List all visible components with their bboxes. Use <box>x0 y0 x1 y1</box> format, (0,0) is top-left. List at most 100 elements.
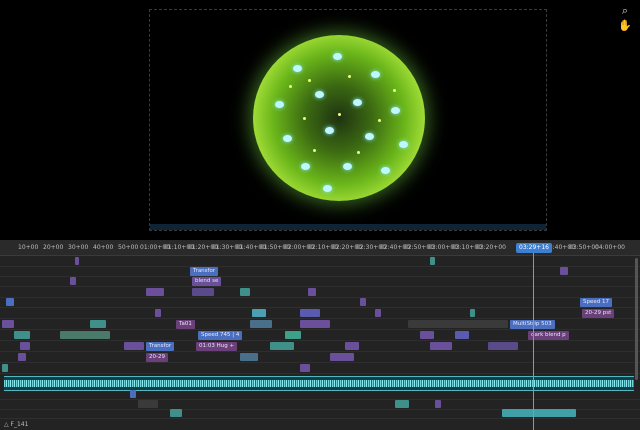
video-track[interactable] <box>0 257 640 267</box>
orb-spark <box>378 119 381 122</box>
clip[interactable] <box>60 331 110 339</box>
dark-blend-clip[interactable]: dark blend p <box>528 331 569 340</box>
timeline-ruler[interactable]: 10+00 20+00 30+00 40+00 50+00 01:00+00 0… <box>0 240 640 256</box>
clip[interactable] <box>75 257 79 265</box>
video-track[interactable]: Ta01 MultiStrip 503 <box>0 320 640 330</box>
clip[interactable] <box>308 288 316 296</box>
video-track[interactable] <box>0 288 640 298</box>
video-track[interactable]: Transfor <box>0 267 640 277</box>
small-clip[interactable]: Ta01 <box>176 320 195 329</box>
transform-clip[interactable]: Transfor <box>190 267 219 276</box>
orb-highlight <box>315 91 324 98</box>
clip[interactable] <box>502 409 576 417</box>
video-track[interactable] <box>0 364 640 374</box>
orb-highlight <box>343 163 352 170</box>
speed-clip[interactable]: Speed 745 | 4 <box>198 331 243 340</box>
preview-image-orb <box>253 35 425 201</box>
video-track[interactable]: blend se <box>0 277 640 287</box>
clip[interactable] <box>252 309 266 317</box>
timeline-scrollbar[interactable] <box>635 258 638 380</box>
clip[interactable] <box>395 400 409 408</box>
audio-track[interactable] <box>4 376 634 391</box>
hand-icon[interactable]: ✋ <box>618 19 632 33</box>
clip[interactable] <box>146 288 164 296</box>
clip[interactable] <box>300 320 330 328</box>
playhead[interactable] <box>533 253 534 430</box>
speed-clip[interactable]: Speed 17 <box>580 298 612 307</box>
preview-canvas[interactable] <box>149 9 547 231</box>
clip[interactable] <box>90 320 106 328</box>
ruler-tick: 30+00 <box>68 244 89 251</box>
video-track[interactable]: Speed 17 <box>0 298 640 308</box>
clip[interactable] <box>6 298 14 306</box>
orb-spark <box>338 113 341 116</box>
clip[interactable] <box>560 267 568 275</box>
transform-clip[interactable]: Transfor <box>146 342 175 351</box>
status-text: F_141 <box>10 421 29 428</box>
clip[interactable] <box>240 288 250 296</box>
orb-highlight <box>323 185 332 192</box>
clip[interactable] <box>488 342 518 350</box>
video-track[interactable] <box>0 390 640 400</box>
clip[interactable] <box>300 364 310 372</box>
clip[interactable] <box>430 257 435 265</box>
clip[interactable] <box>345 342 359 350</box>
orb-highlight <box>333 53 342 60</box>
clip[interactable] <box>420 331 434 339</box>
orb-spark <box>313 149 316 152</box>
video-track[interactable]: 20-29 pst <box>0 309 640 319</box>
clip[interactable] <box>18 353 26 361</box>
orb-spark <box>308 79 311 82</box>
clip[interactable] <box>192 288 214 296</box>
audio-waveform <box>4 380 634 387</box>
clip[interactable] <box>170 409 182 417</box>
clip[interactable] <box>455 331 469 339</box>
clip[interactable] <box>470 309 475 317</box>
video-track[interactable] <box>0 409 640 419</box>
label-clip[interactable]: 01:03 Hug + <box>196 342 238 351</box>
clip[interactable] <box>138 400 158 408</box>
clip[interactable] <box>124 342 144 350</box>
orb-highlight <box>283 135 292 142</box>
ruler-tick: 03:20+00 <box>476 244 506 251</box>
blend-clip[interactable]: blend se <box>192 277 222 286</box>
clip[interactable] <box>360 298 366 306</box>
video-track[interactable]: 20-29 <box>0 353 640 363</box>
clip[interactable] <box>14 331 30 339</box>
orb-highlight <box>353 99 362 106</box>
orb-spark <box>289 85 292 88</box>
preview-viewer: ⌕ ✋ <box>0 0 640 240</box>
clip[interactable] <box>70 277 76 285</box>
clip[interactable] <box>240 353 258 361</box>
orb-highlight <box>365 133 374 140</box>
clip[interactable] <box>300 309 320 317</box>
clip[interactable] <box>2 320 14 328</box>
orb-highlight <box>325 127 334 134</box>
clip[interactable] <box>285 331 301 339</box>
clip[interactable] <box>408 320 508 328</box>
clip[interactable] <box>2 364 8 372</box>
canvas-bottom-strip <box>150 224 546 230</box>
orb-highlight <box>275 101 284 108</box>
clip[interactable] <box>375 309 381 317</box>
playhead-timecode[interactable]: 03:29+16 <box>516 243 552 253</box>
video-track[interactable]: Transfor 01:03 Hug + <box>0 342 640 352</box>
clip[interactable] <box>20 342 30 350</box>
range-clip[interactable]: 20-29 <box>146 353 168 362</box>
orb-highlight <box>301 163 310 170</box>
clip[interactable] <box>430 342 452 350</box>
clip[interactable] <box>270 342 294 350</box>
zoom-icon[interactable]: ⌕ <box>618 4 632 18</box>
orb-highlight <box>293 65 302 72</box>
clip[interactable] <box>330 353 354 361</box>
clip[interactable] <box>130 390 136 398</box>
ruler-tick: 50+00 <box>118 244 139 251</box>
range-clip[interactable]: 20-29 pst <box>582 309 615 318</box>
clip[interactable] <box>435 400 441 408</box>
clip[interactable] <box>155 309 161 317</box>
video-track[interactable]: Speed 745 | 4 dark blend p <box>0 331 640 341</box>
orb-highlight <box>399 141 408 148</box>
ruler-tick: 04:00+00 <box>595 244 625 251</box>
clip[interactable] <box>250 320 272 328</box>
orb-highlight <box>381 167 390 174</box>
